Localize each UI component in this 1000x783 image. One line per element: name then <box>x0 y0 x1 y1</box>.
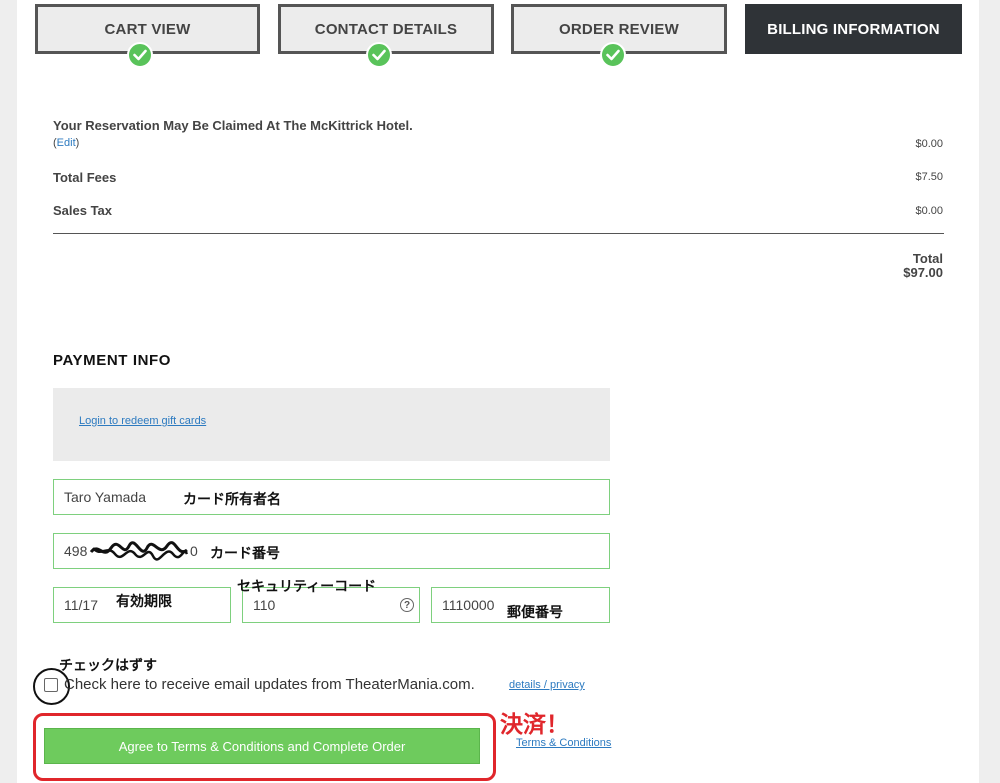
zip-code-annotation: 郵便番号 <box>507 605 563 621</box>
security-code-annotation: セキュリティーコード <box>237 579 377 595</box>
expiry-value: 11/17 <box>64 597 98 613</box>
redeem-gift-cards-link[interactable]: Login to redeem gift cards <box>79 415 206 427</box>
cardholder-name-value: Taro Yamada <box>64 489 146 505</box>
uncheck-annotation: チェックはずす <box>59 658 157 674</box>
edit-wrapper: (Edit) <box>53 137 79 149</box>
card-number-tail: 0 <box>190 543 198 559</box>
edit-link[interactable]: Edit <box>57 137 76 149</box>
total-amount: $97.00 <box>903 265 943 280</box>
zip-code-value: 1110000 <box>442 597 495 613</box>
total-fees-amount: $7.50 <box>915 171 943 183</box>
payment-info-heading: PAYMENT INFO <box>53 352 172 369</box>
details-privacy-link[interactable]: details / privacy <box>509 679 585 691</box>
question-circle-icon[interactable]: ? <box>400 598 414 612</box>
reservation-amount: $0.00 <box>915 138 943 150</box>
sales-tax-amount: $0.00 <box>915 205 943 217</box>
cardholder-name-input[interactable]: Taro Yamada <box>53 479 610 515</box>
redaction-scribble <box>89 541 189 561</box>
card-number-input[interactable]: 498 0 <box>53 533 610 569</box>
security-code-value: 110 <box>253 597 276 613</box>
email-updates-checkbox[interactable] <box>44 678 58 692</box>
email-updates-label: Check here to receive email updates from… <box>64 676 475 693</box>
complete-order-button[interactable]: Agree to Terms & Conditions and Complete… <box>44 728 480 764</box>
reservation-note: Your Reservation May Be Claimed At The M… <box>53 118 413 133</box>
total-fees-label: Total Fees <box>53 170 117 185</box>
sales-tax-label: Sales Tax <box>53 203 113 218</box>
check-circle-icon <box>127 42 153 68</box>
step-label: ORDER REVIEW <box>559 20 679 38</box>
step-label: CONTACT DETAILS <box>314 20 458 38</box>
step-billing-information[interactable]: BILLING INFORMATION <box>745 4 962 54</box>
expiry-annotation: 有効期限 <box>116 594 172 610</box>
payment-annotation: 決済！ <box>500 712 569 738</box>
card-number-annotation: カード番号 <box>210 546 280 562</box>
card-number-value: 498 <box>64 543 88 559</box>
cardholder-annotation: カード所有者名 <box>183 492 281 508</box>
step-label: CART VIEW <box>104 20 191 38</box>
total-label: Total <box>912 251 943 266</box>
gift-card-box: Login to redeem gift cards <box>53 388 610 461</box>
step-label: BILLING INFORMATION <box>767 20 940 38</box>
summary-divider <box>53 233 944 234</box>
check-circle-icon <box>366 42 392 68</box>
terms-conditions-link[interactable]: Terms & Conditions <box>516 737 611 749</box>
check-circle-icon <box>600 42 626 68</box>
edit-paren-close: ) <box>75 137 80 149</box>
